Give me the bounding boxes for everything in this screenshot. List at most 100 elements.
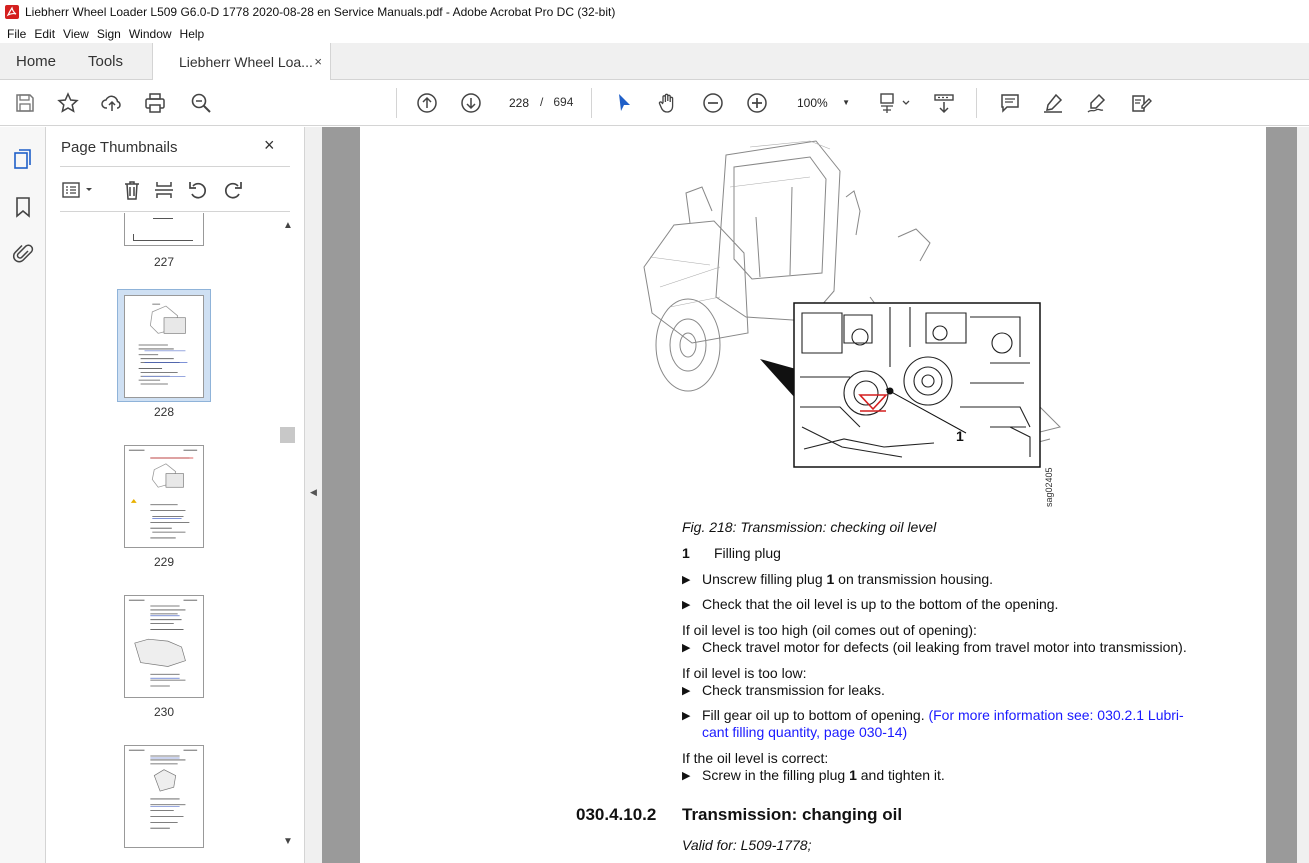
- step-text: Unscrew filling plug: [702, 571, 827, 587]
- hand-tool-icon[interactable]: [656, 91, 680, 115]
- bullet-arrow-icon: ▶: [682, 770, 691, 782]
- zoom-out-icon[interactable]: [701, 91, 725, 115]
- thumbnail-page-231[interactable]: [124, 745, 204, 848]
- scroll-down-icon[interactable]: ▼: [283, 836, 293, 847]
- page-fit-icon[interactable]: [877, 91, 913, 115]
- tab-document-label: Liebherr Wheel Loa...: [179, 54, 313, 70]
- step-ref: 1: [849, 767, 857, 783]
- page-separator: /: [540, 95, 544, 109]
- thumbnail-list: 227 228 229 230: [46, 213, 282, 863]
- comment-icon[interactable]: [998, 91, 1022, 115]
- thumbnail-label: 227: [153, 255, 175, 269]
- condition-text: If oil level is too high (oil comes out …: [682, 622, 977, 638]
- divider: [60, 211, 290, 212]
- highlight-pen-icon[interactable]: [1041, 91, 1065, 115]
- document-scrollbar[interactable]: [1297, 127, 1309, 863]
- instruction-step: Check travel motor for defects (oil leak…: [702, 639, 1187, 655]
- navigation-rail: [0, 127, 46, 863]
- step-text: Fill gear oil up to bottom of opening.: [702, 707, 929, 723]
- tab-bar: Home Tools Liebherr Wheel Loa... ×: [0, 43, 1309, 81]
- section-number: 030.4.10.2: [576, 805, 657, 824]
- instruction-step: Check that the oil level is up to the bo…: [702, 596, 1059, 612]
- thumbnail-label: 230: [153, 705, 175, 719]
- bullet-arrow-icon: ▶: [682, 710, 691, 722]
- print-icon[interactable]: [143, 91, 167, 115]
- toolbar-divider: [976, 88, 977, 118]
- page-thumbnails-icon[interactable]: [11, 147, 35, 171]
- zoom-select[interactable]: 100% ▼: [788, 91, 858, 115]
- scroll-up-icon[interactable]: ▲: [283, 220, 293, 231]
- thumbnail-scrollbar[interactable]: ▲ ▼: [280, 220, 297, 860]
- legend-number: 1: [682, 545, 690, 561]
- tab-close-icon[interactable]: ×: [314, 54, 322, 69]
- delete-page-icon[interactable]: [120, 179, 144, 201]
- select-cursor-icon[interactable]: [612, 91, 636, 115]
- toolbar: [0, 80, 1309, 126]
- menu-view[interactable]: View: [63, 27, 89, 41]
- thumbnail-page-228[interactable]: [124, 295, 204, 398]
- zoom-in-icon[interactable]: [745, 91, 769, 115]
- panel-splitter[interactable]: ◀: [304, 127, 322, 863]
- upload-cloud-icon[interactable]: [100, 91, 124, 115]
- bookmark-star-icon[interactable]: [56, 91, 80, 115]
- scroll-mode-icon[interactable]: [932, 91, 956, 115]
- thumbnail-page-227[interactable]: [124, 213, 204, 246]
- find-zoom-icon[interactable]: [189, 91, 213, 115]
- menu-edit[interactable]: Edit: [34, 27, 55, 41]
- thumbnails-panel: Page Thumbnails × 227 228 229 230: [46, 127, 304, 863]
- rotate-left-icon[interactable]: [186, 179, 210, 201]
- tab-home[interactable]: Home: [16, 43, 56, 80]
- thumbnail-options-icon[interactable]: [60, 179, 96, 201]
- menu-window[interactable]: Window: [129, 27, 172, 41]
- tab-tools[interactable]: Tools: [88, 43, 123, 80]
- condition-text: If oil level is too low:: [682, 665, 807, 681]
- cross-reference-link[interactable]: cant filling quantity, page 030-14): [702, 724, 907, 740]
- document-area: 1 sag02405 Fig. 218: Transmission: check…: [322, 127, 1309, 863]
- thumbnail-page-229[interactable]: [124, 445, 204, 548]
- section-title: Transmission: changing oil: [682, 805, 903, 824]
- collapse-panel-icon[interactable]: ◀: [310, 487, 317, 498]
- scrollbar-thumb[interactable]: [280, 427, 295, 443]
- window-title: Liebherr Wheel Loader L509 G6.0-D 1778 2…: [25, 5, 616, 19]
- pdf-page: 1 sag02405 Fig. 218: Transmission: check…: [360, 127, 1266, 863]
- save-icon[interactable]: [13, 91, 37, 115]
- instruction-step: Screw in the filling plug 1 and tighten …: [702, 767, 945, 783]
- valid-for-text: Valid for: L509-1778;: [682, 837, 812, 853]
- step-text: and tighten it.: [856, 767, 945, 783]
- page-number-input[interactable]: 228: [500, 90, 538, 114]
- instruction-step: Unscrew filling plug 1 on transmission h…: [702, 571, 993, 587]
- rotate-right-icon[interactable]: [221, 179, 245, 201]
- instruction-step: Fill gear oil up to bottom of opening. (…: [702, 707, 1184, 723]
- extract-page-icon[interactable]: [152, 179, 176, 201]
- step-text: Screw in the filling plug: [702, 767, 850, 783]
- instruction-step: Check transmission for leaks.: [702, 682, 885, 698]
- wheel-loader-illustration: 1: [643, 140, 1061, 468]
- toolbar-divider: [396, 88, 397, 118]
- divider: [60, 166, 290, 167]
- total-pages: 694: [553, 95, 574, 109]
- menu-bar: File Edit View Sign Window Help: [0, 24, 1309, 43]
- menu-help[interactable]: Help: [180, 27, 205, 41]
- figure-id: sag02405: [1044, 467, 1054, 507]
- tab-document[interactable]: Liebherr Wheel Loa... ×: [152, 43, 331, 81]
- panel-close-icon[interactable]: ×: [264, 135, 275, 156]
- bookmarks-icon[interactable]: [11, 195, 35, 219]
- menu-sign[interactable]: Sign: [97, 27, 121, 41]
- edit-pdf-icon[interactable]: [1129, 91, 1153, 115]
- next-page-icon[interactable]: [459, 91, 483, 115]
- previous-page-icon[interactable]: [415, 91, 439, 115]
- bullet-arrow-icon: ▶: [682, 685, 691, 697]
- step-text: on transmission housing.: [834, 571, 994, 587]
- legend-text: Filling plug: [714, 545, 781, 561]
- bullet-arrow-icon: ▶: [682, 599, 691, 611]
- chevron-down-icon: ▼: [842, 98, 850, 107]
- thumbnail-label: 228: [153, 405, 175, 419]
- thumbnail-page-230[interactable]: [124, 595, 204, 698]
- toolbar-divider: [591, 88, 592, 118]
- attachments-icon[interactable]: [11, 241, 35, 265]
- menu-file[interactable]: File: [7, 27, 26, 41]
- page-count: / 694: [540, 95, 573, 109]
- bullet-arrow-icon: ▶: [682, 642, 691, 654]
- fill-sign-icon[interactable]: [1085, 91, 1109, 115]
- cross-reference-link[interactable]: (For more information see: 030.2.1 Lubri…: [928, 707, 1183, 723]
